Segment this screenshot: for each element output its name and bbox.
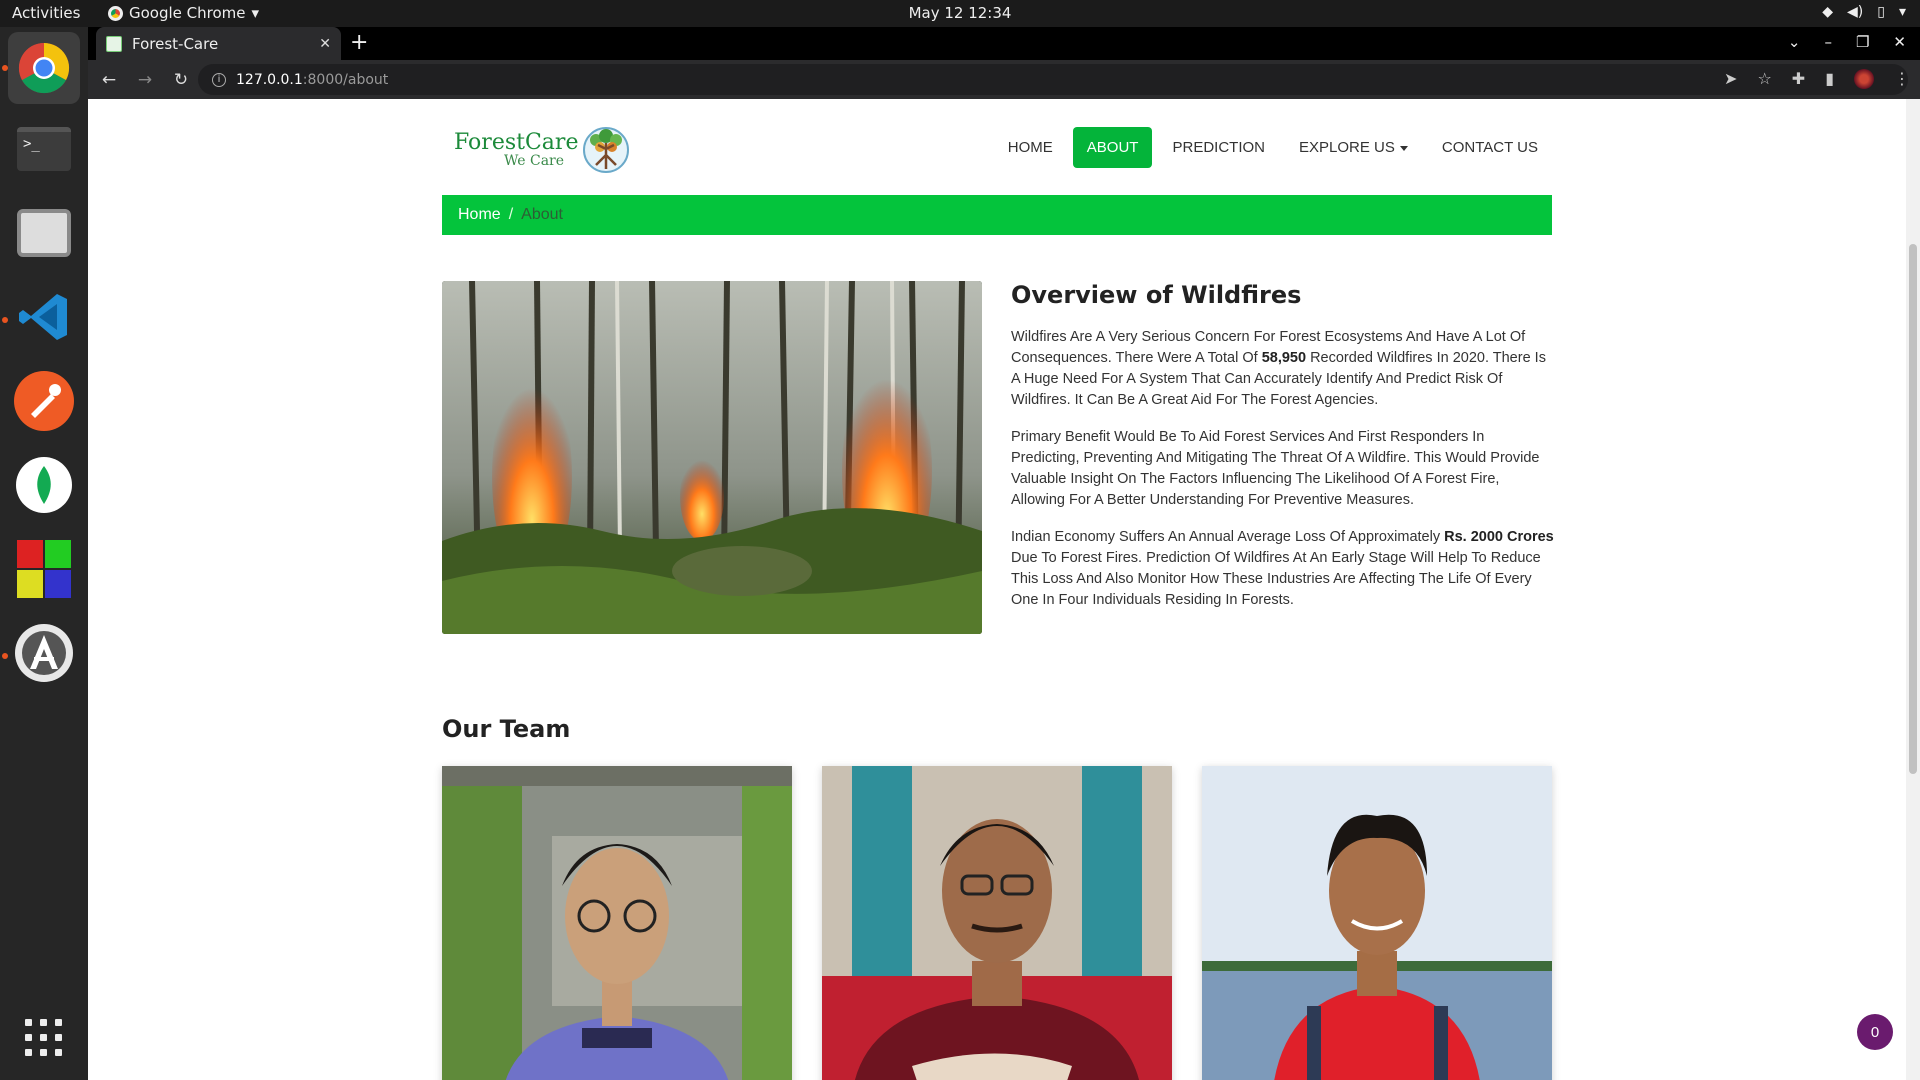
send-icon[interactable]: ➤: [1724, 69, 1737, 89]
toolbar-actions: ➤ ☆ ✚ ▮ ⋮: [1724, 69, 1910, 89]
running-indicator: [2, 65, 8, 71]
team-member-photo: [822, 766, 1172, 1080]
team-member-card[interactable]: [442, 766, 792, 1080]
breadcrumb: Home / About: [442, 195, 1552, 235]
breadcrumb-home-link[interactable]: Home: [458, 206, 501, 224]
system-tray[interactable]: ◆ ◀) ▯ ▾: [1822, 4, 1906, 20]
economic-loss: Rs. 2000 Crores: [1444, 529, 1554, 545]
browser-tab[interactable]: Forest-Care ✕: [96, 27, 341, 60]
team-member-card[interactable]: [1202, 766, 1552, 1080]
address-bar[interactable]: i 127.0.0.1 :8000/about: [198, 64, 1908, 95]
main-menu: HOME ABOUT PREDICTION EXPLORE US CONTACT…: [994, 127, 1552, 168]
page-scrollbar[interactable]: [1906, 99, 1920, 1080]
new-tab-button[interactable]: +: [350, 30, 368, 55]
terminal-launcher[interactable]: >_: [8, 113, 80, 185]
show-apps-icon: [25, 1019, 62, 1056]
web-page: ForestCare We Care HOME ABOUT PREDICTION…: [88, 99, 1920, 1080]
vscode-launcher[interactable]: [8, 281, 80, 353]
overview-p3-text-b: Due To Forest Fires. Prediction Of Wildf…: [1011, 550, 1541, 608]
side-panel-icon[interactable]: ▮: [1825, 69, 1834, 89]
url-path: :8000/about: [302, 71, 389, 88]
logo-tagline: We Care: [504, 153, 565, 169]
chevron-down-icon: [1399, 145, 1408, 151]
site-info-icon[interactable]: i: [212, 72, 226, 87]
running-indicator: [2, 317, 8, 323]
wildfire-image: [442, 281, 982, 634]
tab-close-icon[interactable]: ✕: [319, 36, 331, 52]
terminal-icon: >_: [17, 127, 71, 171]
logo-title: ForestCare: [454, 130, 579, 155]
files-icon: [17, 209, 71, 257]
breadcrumb-current: About: [521, 206, 563, 223]
browser-menu-icon[interactable]: ⋮: [1894, 69, 1910, 89]
tab-strip: Forest-Care ✕ + ⌄ – ❐ ✕: [88, 27, 1920, 60]
mongodb-launcher[interactable]: [8, 449, 80, 521]
chrome-launcher[interactable]: [8, 32, 80, 104]
back-icon[interactable]: ←: [94, 70, 124, 90]
window-controls: ⌄ – ❐ ✕: [1788, 33, 1906, 51]
running-indicator: [2, 653, 8, 659]
postman-icon: [14, 371, 74, 431]
nav-home[interactable]: HOME: [994, 127, 1067, 168]
postman-launcher[interactable]: [8, 365, 80, 437]
favicon-icon: [106, 35, 122, 52]
nav-explore-dropdown[interactable]: EXPLORE US: [1285, 127, 1422, 168]
notification-badge[interactable]: 0: [1857, 1014, 1893, 1050]
overview-paragraph-1: Wildfires Are A Very Serious Concern For…: [1011, 327, 1556, 411]
software-icon: [15, 624, 73, 682]
nav-prediction[interactable]: PREDICTION: [1158, 127, 1279, 168]
files-launcher[interactable]: [8, 197, 80, 269]
url-host: 127.0.0.1: [236, 71, 303, 88]
nav-about[interactable]: ABOUT: [1072, 127, 1153, 168]
show-apps-button[interactable]: [8, 1002, 80, 1074]
breadcrumb-separator: /: [508, 206, 514, 223]
overview-section: Overview of Wildfires Wildfires Are A Ve…: [1011, 281, 1556, 627]
app-grid-launcher[interactable]: [8, 533, 80, 605]
wifi-icon: ◆: [1822, 4, 1834, 20]
browser-toolbar: ← → ↻ i 127.0.0.1 :8000/about ➤ ☆ ✚ ▮ ⋮: [88, 60, 1920, 99]
team-member-card[interactable]: [822, 766, 1172, 1080]
profile-avatar[interactable]: [1854, 69, 1874, 89]
scrollbar-thumb[interactable]: [1909, 244, 1917, 774]
extensions-icon[interactable]: ✚: [1792, 69, 1805, 89]
close-window-icon[interactable]: ✕: [1893, 33, 1906, 51]
app-grid-icon: [17, 540, 71, 598]
forward-icon[interactable]: →: [130, 70, 160, 90]
nav-explore-label: EXPLORE US: [1299, 139, 1395, 156]
dock: >_: [0, 27, 88, 1080]
team-member-photo: [1202, 766, 1552, 1080]
minimize-icon[interactable]: –: [1824, 33, 1832, 51]
mongodb-icon: [16, 457, 72, 513]
wildfire-count: 58,950: [1261, 350, 1307, 366]
clock[interactable]: May 12 12:34: [0, 4, 1920, 22]
battery-icon: ▯: [1877, 4, 1885, 20]
system-top-bar: Activities Google Chrome ▾ May 12 12:34 …: [0, 0, 1920, 27]
site-navbar: ForestCare We Care HOME ABOUT PREDICTION…: [442, 99, 1552, 195]
tab-search-icon[interactable]: ⌄: [1788, 33, 1801, 51]
overview-p3-text-a: Indian Economy Suffers An Annual Average…: [1011, 529, 1445, 545]
nav-contact[interactable]: CONTACT US: [1428, 127, 1552, 168]
tree-logo-icon: [583, 127, 630, 173]
bookmark-star-icon[interactable]: ☆: [1757, 69, 1771, 89]
chrome-icon: [18, 42, 70, 94]
tab-title: Forest-Care: [132, 34, 219, 53]
vscode-icon: [19, 294, 67, 340]
team-section-title: Our Team: [442, 715, 571, 743]
overview-paragraph-2: Primary Benefit Would Be To Aid Forest S…: [1011, 429, 1540, 508]
maximize-icon[interactable]: ❐: [1856, 33, 1869, 51]
volume-icon: ◀): [1847, 4, 1864, 20]
site-logo[interactable]: ForestCare We Care: [454, 125, 630, 175]
software-launcher[interactable]: [8, 617, 80, 689]
overview-title: Overview of Wildfires: [1011, 281, 1302, 309]
team-member-photo: [442, 766, 792, 1080]
tray-caret-icon: ▾: [1898, 4, 1906, 20]
overview-paragraph-3: Indian Economy Suffers An Annual Average…: [1011, 527, 1556, 611]
reload-icon[interactable]: ↻: [166, 70, 196, 90]
